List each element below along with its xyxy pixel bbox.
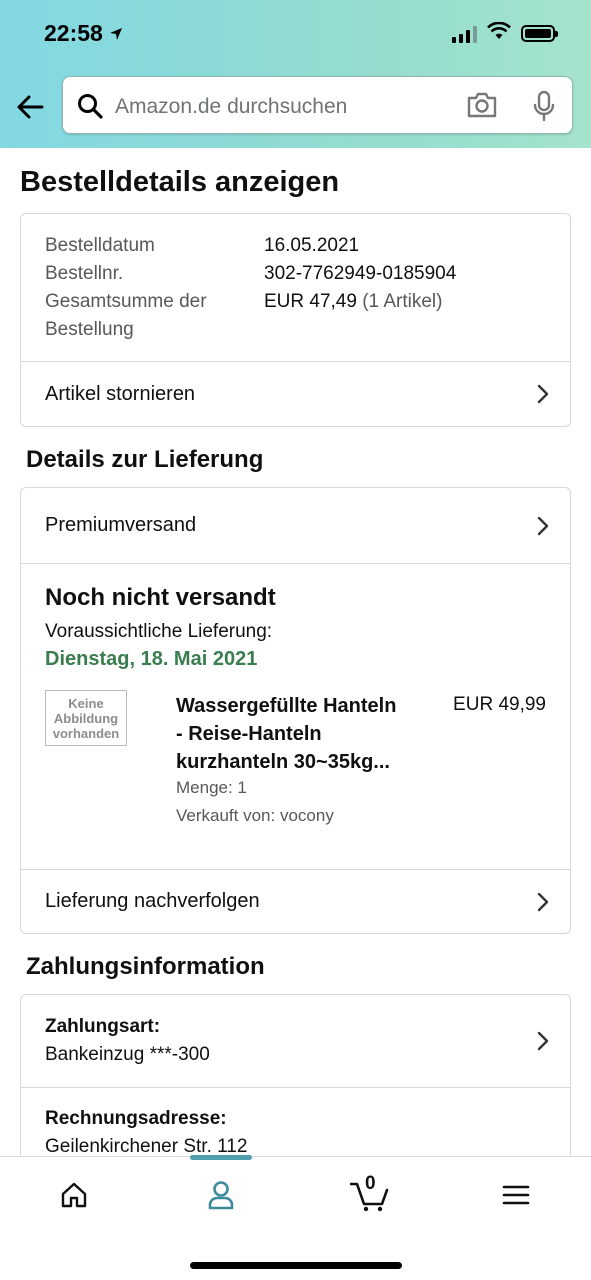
chevron-right-icon	[536, 892, 550, 917]
order-number-value: 302-7762949-0185904	[264, 263, 457, 284]
wifi-icon	[487, 21, 511, 45]
active-tab-indicator	[190, 1155, 252, 1160]
cancel-items-label: Artikel stornieren	[45, 383, 196, 405]
order-summary-card: Bestelldatum 16.05.2021 Bestellnr. 302-7…	[20, 213, 571, 427]
menu-icon	[502, 1185, 530, 1205]
top-header: 22:58 Amazon.de durchsuchen	[0, 0, 591, 148]
back-button[interactable]	[14, 90, 48, 124]
order-item-count: (1 Artikel)	[362, 291, 443, 312]
status-icons	[452, 21, 558, 45]
expected-delivery-date: Dienstag, 18. Mai 2021	[45, 648, 258, 670]
payment-method-value: Bankeinzug ***-300	[45, 1044, 210, 1065]
chevron-right-icon	[536, 516, 550, 541]
bottom-tab-bar: 0	[0, 1155, 591, 1280]
cancel-items-row[interactable]: Artikel stornieren	[21, 362, 570, 426]
track-delivery-label: Lieferung nachverfolgen	[45, 890, 260, 912]
payment-method-label: Zahlungsart:	[45, 1016, 161, 1037]
tab-account[interactable]	[191, 1175, 251, 1215]
order-details-content: Bestelldetails anzeigen Bestelldatum 16.…	[0, 148, 591, 1156]
payment-card: Zahlungsart: Bankeinzug ***-300 Rechnung…	[20, 994, 571, 1156]
tab-home[interactable]	[44, 1175, 104, 1215]
delivery-card: Premiumversand Noch nicht versandt Vorau…	[20, 487, 571, 934]
no-image-placeholder[interactable]: Keine Abbildung vorhanden	[45, 690, 127, 746]
payment-method-row[interactable]: Zahlungsart: Bankeinzug ***-300	[21, 995, 570, 1087]
order-total-amount: EUR 47,49	[264, 291, 357, 312]
order-date-value: 16.05.2021	[264, 235, 360, 256]
billing-address-label: Rechnungsadresse:	[45, 1108, 227, 1129]
item-quantity: Menge: 1	[176, 778, 247, 797]
cellular-signal-icon	[452, 25, 477, 43]
camera-icon[interactable]	[466, 91, 498, 124]
tab-cart[interactable]: 0	[340, 1173, 400, 1215]
status-time: 22:58	[44, 20, 123, 47]
home-indicator	[190, 1262, 402, 1269]
expected-delivery-label: Voraussichtliche Lieferung:	[45, 621, 273, 642]
search-icon	[77, 93, 103, 124]
page-title: Bestelldetails anzeigen	[20, 166, 340, 198]
order-date-label: Bestelldatum	[45, 235, 155, 256]
back-arrow-icon	[17, 95, 44, 119]
home-icon	[61, 1182, 87, 1208]
microphone-icon[interactable]	[532, 90, 556, 127]
shipping-method-row[interactable]: Premiumversand	[21, 488, 570, 563]
order-total-label-line2: Bestellung	[45, 319, 134, 340]
item-seller: Verkauft von: vocony	[176, 806, 334, 825]
order-total-label: Gesamtsumme der	[45, 291, 207, 312]
shipment-status: Noch nicht versandt	[45, 584, 276, 611]
billing-address-value: Geilenkirchener Str. 112	[45, 1136, 248, 1156]
location-arrow-icon	[109, 20, 123, 47]
tab-menu[interactable]	[486, 1175, 546, 1215]
shipping-method-label: Premiumversand	[45, 514, 197, 536]
item-title-link[interactable]: Wassergefüllte Hanteln - Reise-Hanteln k…	[176, 692, 396, 776]
search-bar[interactable]: Amazon.de durchsuchen	[62, 76, 573, 134]
battery-icon	[521, 25, 558, 42]
delivery-heading: Details zur Lieferung	[26, 446, 264, 473]
cart-count-badge: 0	[365, 1173, 376, 1194]
divider	[21, 563, 570, 564]
chevron-right-icon	[536, 1031, 550, 1056]
chevron-right-icon	[536, 384, 550, 409]
track-delivery-row[interactable]: Lieferung nachverfolgen	[21, 870, 570, 933]
order-total-value: EUR 47,49 (1 Artikel)	[264, 291, 442, 313]
payment-heading: Zahlungsinformation	[26, 953, 265, 980]
divider	[21, 1087, 570, 1088]
order-number-label: Bestellnr.	[45, 263, 124, 284]
account-icon	[208, 1181, 234, 1210]
item-price: EUR 49,99	[453, 694, 546, 715]
search-input[interactable]: Amazon.de durchsuchen	[115, 95, 347, 119]
